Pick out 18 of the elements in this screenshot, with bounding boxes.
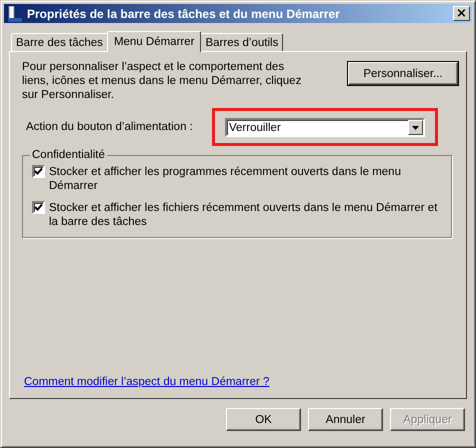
power-action-dropdown[interactable]: Verrouiller	[225, 118, 425, 137]
close-button[interactable]: ×	[453, 6, 470, 21]
checkbox-label: Stocker et afficher les fichiers récemment ouverts dans le menu Démarrer et la barre des tâches	[49, 201, 438, 229]
checkbox-label: Stocker et afficher les programmes récemment ouverts dans le menu Démarrer	[49, 165, 402, 193]
intro-text: Pour personnaliser l’aspect et le comportement des liens, icônes et menus dans le menu Démarrer, cliquez sur Personnaliser.	[22, 60, 302, 102]
group-title: Confidentialité	[31, 149, 106, 161]
tab[interactable]: Barre des tâches	[11, 33, 108, 51]
dialog-button[interactable]: OK	[226, 408, 301, 431]
checkbox[interactable]	[32, 165, 45, 178]
tab[interactable]: Barres d’outils	[200, 33, 284, 51]
window-icon	[8, 6, 22, 22]
tab[interactable]: Menu Démarrer	[106, 31, 202, 52]
customize-button[interactable]: Personnaliser...	[348, 62, 458, 85]
dialog-button[interactable]: Annuler	[308, 408, 383, 431]
window-title: Propriétés de la barre des tâches et du menu Démarrer	[27, 6, 341, 20]
help-link[interactable]: Comment modifier l’aspect du menu Démarrer ?	[24, 376, 270, 388]
power-action-label: Action du bouton d’alimentation :	[25, 121, 194, 133]
checkbox[interactable]	[32, 201, 45, 214]
